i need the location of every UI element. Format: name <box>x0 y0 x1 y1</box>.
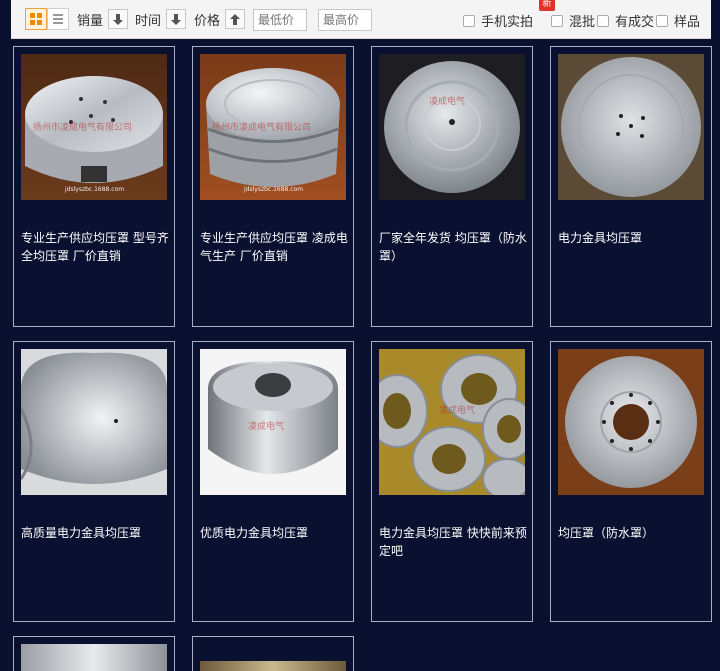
product-image[interactable] <box>21 644 167 671</box>
watermark: 凌成电气 <box>248 422 285 432</box>
watermark: 扬州市凌成电气有限公司 <box>212 123 312 133</box>
product-image[interactable]: 凌成电气 <box>200 349 346 495</box>
watermark: 凌成电气 <box>429 97 466 107</box>
sort-by-time[interactable]: 时间 <box>135 9 187 29</box>
filter-label: 有成交 <box>615 15 655 30</box>
sort-filter-toolbar: 销量 时间 价格 - 手机实拍 新 混批 有成交 样品 <box>11 0 711 39</box>
product-title[interactable]: 高质量电力金具均压罩 <box>21 524 169 542</box>
product-image[interactable] <box>200 661 346 671</box>
product-image[interactable]: 凌成电气 <box>379 54 525 200</box>
product-title[interactable]: 专业生产供应均压罩 型号齐全均压罩 厂价直销 <box>21 229 169 265</box>
product-image[interactable] <box>558 54 704 200</box>
filter-label: 混批 <box>569 15 596 30</box>
product-card[interactable]: 凌成电气 厂家全年发货 均压罩（防水罩） <box>371 46 533 327</box>
product-title[interactable]: 优质电力金具均压罩 <box>200 524 348 542</box>
sort-by-sales[interactable]: 销量 <box>77 9 129 29</box>
new-badge: 新 <box>539 0 555 11</box>
product-card[interactable] <box>192 636 354 671</box>
checkbox[interactable] <box>463 14 475 27</box>
product-card[interactable]: 电力金具均压罩 <box>550 46 712 327</box>
sort-price-label: 价格 <box>194 13 221 29</box>
sort-by-price[interactable]: 价格 <box>194 9 246 29</box>
product-card[interactable]: 凌成电气 优质电力金具均压罩 <box>192 341 354 622</box>
filter-mixed-batch[interactable]: 混批 <box>551 11 595 30</box>
watermark-site: jdslyszbc.1688.com <box>65 186 125 193</box>
arrow-up-icon <box>225 9 246 29</box>
checkbox[interactable] <box>597 14 609 27</box>
product-image[interactable] <box>21 349 167 495</box>
product-image[interactable] <box>558 349 704 495</box>
grid-view-button[interactable] <box>25 8 47 30</box>
product-card[interactable]: 扬州市凌成电气有限公司 jdslyszbc.1688.com 专业生产供应均压罩… <box>192 46 354 327</box>
watermark-site: jdslyszbc.1688.com <box>244 186 304 193</box>
arrow-down-icon <box>108 9 129 29</box>
product-image[interactable]: 扬州市凌成电气有限公司 jdslyszbc.1688.com <box>21 54 167 200</box>
product-card[interactable]: 高质量电力金具均压罩 <box>13 341 175 622</box>
list-view-button[interactable] <box>47 8 69 30</box>
sort-time-label: 时间 <box>135 13 162 29</box>
product-title[interactable]: 电力金具均压罩 <box>558 229 706 247</box>
filter-has-deals[interactable]: 有成交 <box>597 11 654 30</box>
sort-sales-label: 销量 <box>77 13 104 29</box>
arrow-down-icon <box>166 9 187 29</box>
product-title[interactable]: 均压罩（防水罩） <box>558 524 706 542</box>
filter-label: 样品 <box>674 15 701 30</box>
product-card[interactable] <box>13 636 175 671</box>
watermark: 凌成电气 <box>439 406 476 416</box>
product-card[interactable]: 均压罩（防水罩） <box>550 341 712 622</box>
product-image[interactable]: 扬州市凌成电气有限公司 jdslyszbc.1688.com <box>200 54 346 200</box>
watermark: 扬州市凌成电气有限公司 <box>33 123 133 133</box>
product-card[interactable]: 凌成电气 电力金具均压罩 快快前来预定吧 <box>371 341 533 622</box>
price-max-input[interactable] <box>318 9 372 31</box>
view-toggle <box>25 8 69 30</box>
product-card[interactable]: 扬州市凌成电气有限公司 jdslyszbc.1688.com 专业生产供应均压罩… <box>13 46 175 327</box>
filter-label: 手机实拍 <box>481 15 534 30</box>
price-min-input[interactable] <box>253 9 307 31</box>
grid-icon <box>30 13 42 25</box>
product-title[interactable]: 专业生产供应均压罩 凌成电气生产 厂价直销 <box>200 229 348 265</box>
checkbox[interactable] <box>656 14 668 27</box>
filter-mobile-photo[interactable]: 手机实拍 <box>463 11 533 30</box>
product-title[interactable]: 电力金具均压罩 快快前来预定吧 <box>379 524 527 560</box>
product-title[interactable]: 厂家全年发货 均压罩（防水罩） <box>379 229 527 265</box>
checkbox[interactable] <box>551 14 563 27</box>
filter-samples[interactable]: 样品 <box>656 11 700 30</box>
list-icon <box>53 14 63 24</box>
product-image[interactable]: 凌成电气 <box>379 349 525 495</box>
